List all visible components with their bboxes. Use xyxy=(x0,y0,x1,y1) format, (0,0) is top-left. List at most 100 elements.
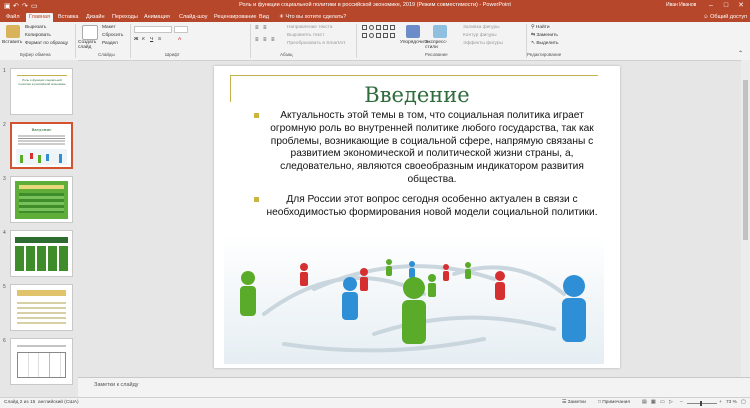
tab-transitions[interactable]: Переходы xyxy=(109,13,141,22)
bullet-item[interactable]: Для России этот вопрос сегодня особенно … xyxy=(254,194,598,220)
share-button[interactable]: ☺ Общий доступ xyxy=(700,13,750,22)
align-center-icon[interactable]: ≡ xyxy=(263,37,267,43)
scrollbar-thumb[interactable] xyxy=(743,80,748,240)
arrow-shape-icon[interactable] xyxy=(383,25,388,30)
new-slide-button[interactable]: Создать слайд xyxy=(78,40,100,50)
find-button[interactable]: ⚲ Найти xyxy=(531,25,550,30)
shape-icon[interactable] xyxy=(376,33,381,38)
replace-button[interactable]: ⇆ Заменить xyxy=(531,33,558,38)
arrange-icon[interactable] xyxy=(406,25,420,38)
reading-view-icon[interactable]: ▭ xyxy=(660,400,665,405)
paste-icon[interactable] xyxy=(6,25,20,38)
slide-thumbnail-1[interactable]: Роль и функции социальной политики в рос… xyxy=(10,68,73,115)
tab-file[interactable]: Файл xyxy=(3,13,23,22)
shadow-icon[interactable]: S xyxy=(158,37,161,42)
zoom-slider[interactable] xyxy=(687,400,717,406)
collapse-ribbon-icon[interactable]: ⌃ xyxy=(738,50,743,57)
minimize-icon[interactable]: – xyxy=(704,1,718,11)
convert-smartart-button[interactable]: Преобразовать в SmartArt xyxy=(287,41,345,46)
italic-icon[interactable]: К xyxy=(142,37,145,42)
thumbnail-content xyxy=(19,193,64,213)
notes-placeholder[interactable]: Заметки к слайду xyxy=(94,382,139,388)
close-icon[interactable]: ✕ xyxy=(734,1,748,11)
bullets-icon[interactable]: ≡ xyxy=(255,25,259,31)
notes-toggle-button[interactable]: ☰ Заметки xyxy=(562,400,586,405)
reset-button[interactable]: Сбросить xyxy=(102,33,123,38)
tab-review[interactable]: Рецензирование xyxy=(211,13,259,22)
fit-slide-icon[interactable]: ▢ xyxy=(741,400,746,405)
tab-home[interactable]: Главная xyxy=(26,13,53,22)
user-name[interactable]: Иван Иванов xyxy=(666,2,696,8)
format-painter-button[interactable]: Формат по образцу xyxy=(25,41,68,46)
tab-view[interactable]: Вид xyxy=(256,13,272,22)
comments-toggle-button[interactable]: □ Примечания xyxy=(598,400,630,405)
vertical-scrollbar[interactable] xyxy=(741,60,750,377)
shape-fill-button[interactable]: Заливка фигуры xyxy=(463,25,500,30)
bold-icon[interactable]: Ж xyxy=(134,37,138,42)
notes-pane[interactable]: Заметки к слайду xyxy=(78,377,750,398)
align-left-icon[interactable]: ≡ xyxy=(255,37,259,43)
normal-view-icon[interactable]: ▤ xyxy=(642,400,647,405)
shape-icon[interactable] xyxy=(369,33,374,38)
editing-group-label: Редактирование xyxy=(527,52,562,57)
thumbnail-content xyxy=(19,185,64,189)
tab-animation[interactable]: Анимация xyxy=(141,13,173,22)
people-network-illustration xyxy=(224,234,604,364)
font-color-icon[interactable]: A xyxy=(178,37,181,42)
cut-button[interactable]: Вырезать xyxy=(25,25,46,30)
slide-title[interactable]: Введение xyxy=(214,83,620,107)
zoom-level[interactable]: 73 % xyxy=(726,400,737,405)
tab-insert[interactable]: Вставка xyxy=(55,13,81,22)
sorter-view-icon[interactable]: ▦ xyxy=(651,400,656,405)
triangle-shape-icon[interactable] xyxy=(390,25,395,30)
thumbnail-content xyxy=(17,290,66,296)
shape-icon[interactable] xyxy=(362,33,367,38)
oval-shape-icon[interactable] xyxy=(369,25,374,30)
tab-design[interactable]: Дизайн xyxy=(83,13,108,22)
slideshow-view-icon[interactable]: ▷ xyxy=(669,400,673,405)
quick-styles-button[interactable]: Экспресс-стили xyxy=(425,40,451,50)
replace-label: Заменить xyxy=(536,33,558,38)
zoom-slider-thumb[interactable] xyxy=(700,400,702,406)
shape-icon[interactable] xyxy=(390,33,395,38)
bullet-marker xyxy=(254,197,259,202)
underline-icon[interactable]: Ч xyxy=(150,37,153,42)
zoom-in-icon[interactable]: + xyxy=(719,400,722,405)
thumbnail-number: 3 xyxy=(3,176,6,182)
people-network-image[interactable] xyxy=(224,234,604,364)
align-text-button[interactable]: Выровнять текст xyxy=(287,33,324,38)
tell-me-search[interactable]: ☀ Что вы хотите сделать? xyxy=(276,13,349,22)
slide-thumbnail-6[interactable] xyxy=(10,338,73,385)
align-right-icon[interactable]: ≡ xyxy=(271,37,275,43)
rectangle-shape-icon[interactable] xyxy=(362,25,367,30)
section-button[interactable]: Раздел xyxy=(102,41,118,46)
layout-button[interactable]: Макет xyxy=(102,25,116,30)
text-direction-button[interactable]: Направление текста xyxy=(287,25,332,30)
tab-slideshow[interactable]: Слайд-шоу xyxy=(176,13,211,22)
slide-thumbnail-5[interactable] xyxy=(10,284,73,331)
font-size-combo[interactable] xyxy=(174,26,188,33)
shape-effects-button[interactable]: Эффекты фигуры xyxy=(463,41,503,46)
thumbnail-title: Роль и функции социальной политики в рос… xyxy=(18,78,66,86)
slide-canvas[interactable]: Введение Актуальность этой темы в том, ч… xyxy=(214,66,620,368)
restore-icon[interactable]: □ xyxy=(719,1,733,11)
slide-counter: Слайд 2 из 15 xyxy=(4,400,36,405)
font-name-combo[interactable] xyxy=(134,26,172,33)
slide-thumbnail-3[interactable] xyxy=(10,176,73,223)
copy-button[interactable]: Копировать xyxy=(25,33,51,38)
numbering-icon[interactable]: ≡ xyxy=(263,25,267,31)
quick-styles-icon[interactable] xyxy=(433,25,447,38)
title-decor-line xyxy=(230,75,598,76)
line-shape-icon[interactable] xyxy=(376,25,381,30)
slide-thumbnail-2[interactable]: Введение xyxy=(10,122,73,169)
select-button[interactable]: ↖ Выделить xyxy=(531,41,559,46)
zoom-out-icon[interactable]: – xyxy=(680,400,683,405)
paste-button[interactable]: Вставить xyxy=(2,40,22,45)
shape-icon[interactable] xyxy=(383,33,388,38)
shape-outline-button[interactable]: Контур фигуры xyxy=(463,33,497,38)
language-indicator[interactable]: английский (США) xyxy=(38,400,79,405)
new-slide-icon[interactable] xyxy=(82,25,98,40)
slide-thumbnail-4[interactable] xyxy=(10,230,73,277)
bullet-item[interactable]: Актуальность этой темы в том, что социал… xyxy=(254,110,598,187)
thumbnail-content xyxy=(17,344,66,348)
